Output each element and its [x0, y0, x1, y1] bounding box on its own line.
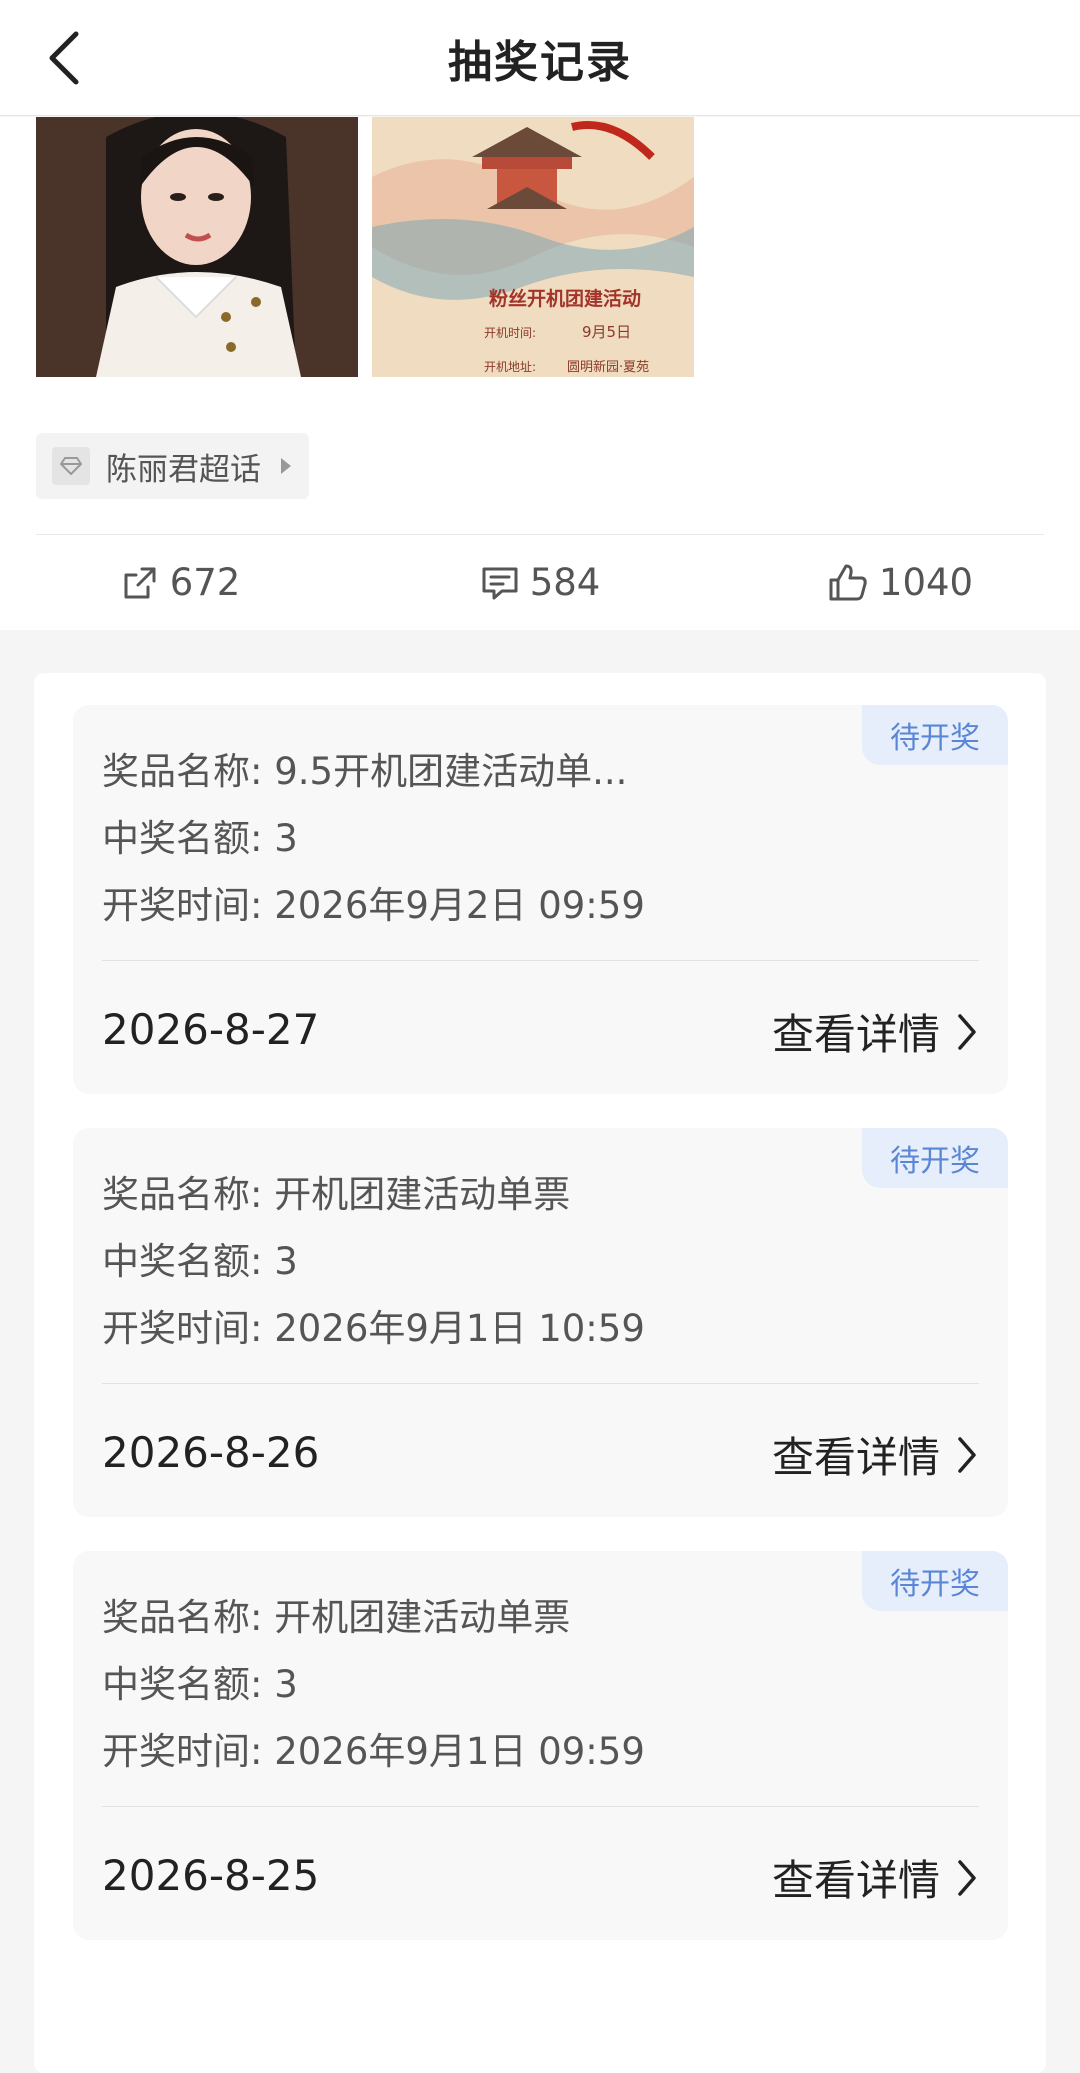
divider: [102, 1383, 979, 1384]
like-button[interactable]: 1040: [720, 561, 1080, 604]
comment-button[interactable]: 584: [360, 561, 720, 604]
divider: [102, 960, 979, 961]
share-button[interactable]: 672: [0, 561, 360, 604]
view-details-button[interactable]: 查看详情: [772, 1001, 978, 1062]
record-card: 待开奖 奖品名称: 开机团建活动单票 中奖名额: 3 开奖时间: 2026年9月…: [73, 1128, 1008, 1517]
winner-quota: 中奖名额: 3: [102, 1240, 298, 1283]
draw-time: 开奖时间: 2026年9月1日 09:59: [102, 1730, 645, 1773]
record-date: 2026-8-25: [102, 1851, 320, 1900]
record-card: 待开奖 奖品名称: 开机团建活动单票 中奖名额: 3 开奖时间: 2026年9月…: [73, 1551, 1008, 1940]
draw-time: 开奖时间: 2026年9月2日 09:59: [102, 884, 645, 927]
record-date: 2026-8-27: [102, 1005, 320, 1054]
share-icon: [124, 567, 156, 598]
portrait-photo[interactable]: [36, 117, 358, 377]
divider: [102, 1806, 979, 1807]
prize-name: 奖品名称: 9.5开机团建活动单...: [102, 750, 628, 793]
page-title: 抽奖记录: [448, 36, 632, 88]
poster-headline: 粉丝开机团建活动: [489, 287, 641, 310]
chevron-left-icon: [49, 31, 79, 85]
share-count: 672: [169, 561, 241, 604]
post-images: 粉丝开机团建活动 开机时间: 9月5日 开机地址: 圆明新园·夏苑: [36, 117, 694, 377]
caret-right-icon: [281, 458, 291, 474]
comment-count: 584: [529, 561, 601, 604]
diamond-icon: [52, 447, 90, 485]
poster-place-value: 圆明新园·夏苑: [567, 359, 649, 375]
view-details-label: 查看详情: [771, 1433, 940, 1482]
chevron-right-icon: [958, 1013, 976, 1050]
post-card: 粉丝开机团建活动 开机时间: 9月5日 开机地址: 圆明新园·夏苑 陈丽君超话: [0, 117, 1080, 630]
record-card: 待开奖 奖品名称: 9.5开机团建活动单... 中奖名额: 3 开奖时间: 20…: [73, 705, 1008, 1094]
topic-label: 陈丽君超话: [106, 451, 261, 488]
draw-time: 开奖时间: 2026年9月1日 10:59: [102, 1307, 645, 1350]
lottery-record-list: 待开奖 奖品名称: 9.5开机团建活动单... 中奖名额: 3 开奖时间: 20…: [34, 673, 1046, 2073]
view-details-button[interactable]: 查看详情: [772, 1847, 978, 1908]
status-badge: 待开奖: [862, 1128, 1008, 1188]
poster-place-label: 开机地址:: [484, 360, 536, 374]
view-details-button[interactable]: 查看详情: [772, 1424, 978, 1485]
chevron-right-icon: [958, 1436, 976, 1473]
status-badge: 待开奖: [862, 705, 1008, 765]
post-actions: 672 584 1040: [0, 535, 1080, 630]
like-count: 1040: [878, 561, 974, 604]
back-button[interactable]: [24, 18, 104, 98]
view-details-label: 查看详情: [771, 1856, 940, 1905]
view-details-label: 查看详情: [771, 1010, 940, 1059]
thumbs-up-icon: [829, 564, 867, 600]
winner-quota: 中奖名额: 3: [102, 1663, 298, 1706]
chevron-right-icon: [958, 1859, 976, 1896]
record-date: 2026-8-26: [102, 1428, 320, 1477]
prize-name: 奖品名称: 开机团建活动单票: [102, 1596, 571, 1639]
prize-name: 奖品名称: 开机团建活动单票: [102, 1173, 571, 1216]
winner-quota: 中奖名额: 3: [102, 817, 298, 860]
topic-tag[interactable]: 陈丽君超话: [36, 433, 309, 499]
status-badge: 待开奖: [862, 1551, 1008, 1611]
comment-icon: [482, 567, 518, 599]
poster-time-value: 9月5日: [582, 323, 631, 341]
poster-time-label: 开机时间:: [484, 326, 536, 340]
nav-bar: 抽奖记录: [0, 0, 1080, 116]
fan-event-poster[interactable]: 粉丝开机团建活动 开机时间: 9月5日 开机地址: 圆明新园·夏苑: [372, 117, 694, 377]
